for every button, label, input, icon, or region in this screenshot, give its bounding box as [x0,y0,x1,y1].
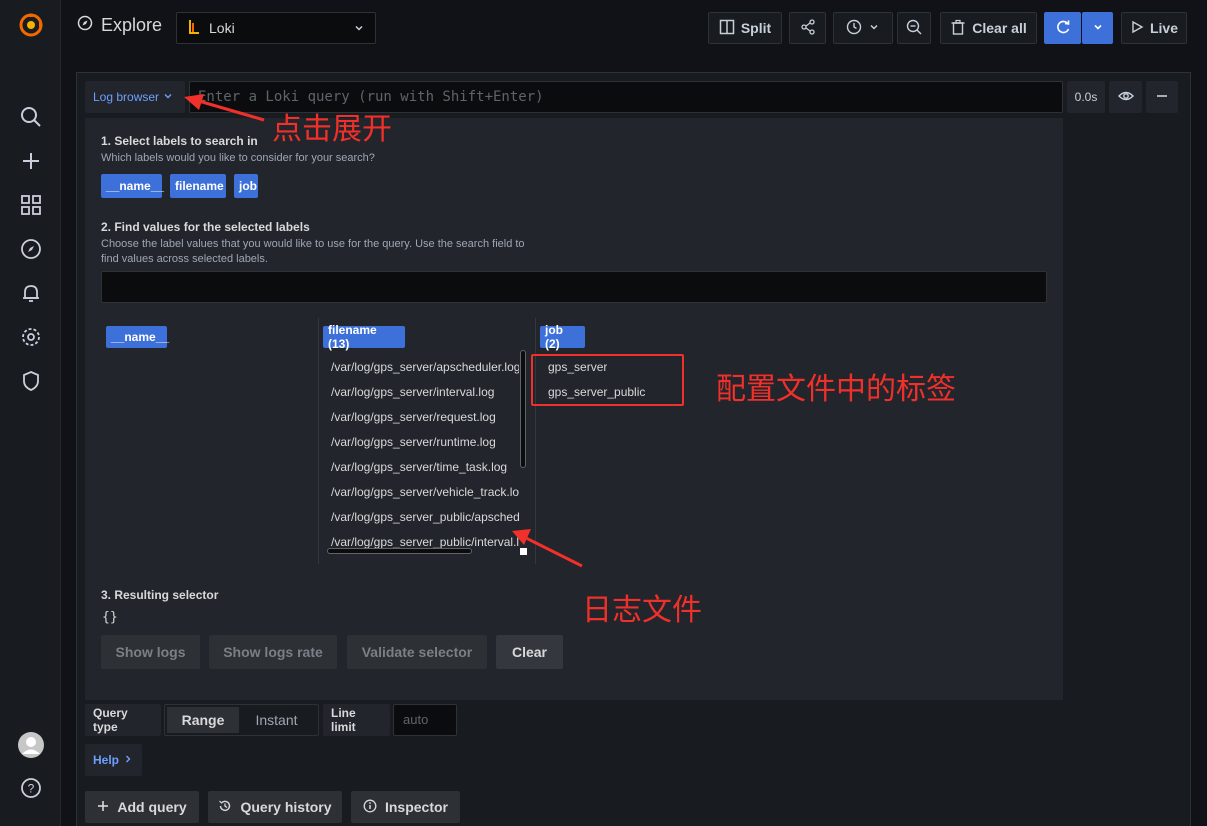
label-chip-job[interactable]: job [234,174,258,198]
trash-icon [950,19,966,38]
horizontal-scrollbar[interactable] [327,548,472,554]
log-browser-button[interactable]: Log browser [85,81,185,113]
annotation-labels-note: 配置文件中的标签 [716,372,956,407]
list-item[interactable]: /var/log/gps_server/time_task.log [331,460,519,474]
bell-icon[interactable] [18,280,44,306]
dashboards-icon[interactable] [18,192,44,218]
instant-option[interactable]: Instant [239,707,314,733]
values-column-name: __name__ [102,318,319,564]
column-header-job[interactable]: job (2) [540,323,585,351]
job-values-highlight-box [531,354,684,406]
list-item[interactable]: /var/log/gps_server/request.log [331,410,519,424]
list-item[interactable]: /var/log/gps_server/vehicle_track.log [331,485,519,499]
chevron-down-icon [868,20,880,36]
clear-all-button[interactable]: Clear all [940,12,1037,44]
zoom-out-icon [906,19,922,38]
avatar[interactable] [18,732,44,758]
live-button[interactable]: Live [1121,12,1187,44]
time-picker-button[interactable] [833,12,893,44]
help-button[interactable]: Help [85,744,142,776]
help-circle-icon[interactable]: ? [18,775,44,801]
loki-logo-icon [187,19,201,38]
run-query-button[interactable] [1044,12,1081,44]
query-duration: 0.0s [1067,81,1105,113]
range-option[interactable]: Range [167,707,239,733]
step2-title: 2. Find values for the selected labels [101,220,310,234]
gear-icon[interactable] [18,324,44,350]
list-item[interactable]: /var/log/gps_server_public/apscheduler.l… [331,510,519,524]
svg-text:?: ? [28,782,35,796]
grafana-logo-icon[interactable] [18,12,44,38]
log-browser-panel: 1. Select labels to search in Which labe… [85,118,1063,700]
minus-icon [1155,89,1169,106]
step3-title: 3. Resulting selector [101,588,219,602]
line-limit-input[interactable]: auto [393,704,457,736]
refresh-icon [1055,19,1071,38]
search-icon[interactable] [18,104,44,130]
chevron-down-icon [163,90,173,104]
top-bar: Explore Loki Split Clear all Live [61,0,1207,55]
step1-desc: Which labels would you like to consider … [101,152,375,164]
query-type-label: Query type [85,704,161,736]
remove-query-button[interactable] [1146,81,1178,113]
history-icon [218,799,232,816]
eye-icon [1117,88,1134,107]
play-icon [1130,20,1144,37]
datasource-picker[interactable]: Loki [176,12,376,44]
scroll-corner [520,548,527,555]
chevron-down-icon [1092,20,1104,36]
share-icon [800,18,816,38]
info-icon [363,799,377,816]
inspector-button[interactable]: Inspector [351,791,460,823]
label-chip-name[interactable]: __name__ [101,174,164,198]
page-title: Explore [77,15,162,36]
chevron-down-icon [353,21,365,37]
clock-icon [846,19,862,38]
page-title-text: Explore [101,15,163,35]
column-header-name[interactable]: __name__ [106,326,169,348]
split-button[interactable]: Split [708,12,782,44]
query-type-toggle: Range Instant [164,704,319,736]
share-button[interactable] [789,12,826,44]
add-query-button[interactable]: Add query [85,791,199,823]
chevron-right-icon [123,753,133,767]
step2-desc-line2: find values across selected labels. [101,253,268,265]
clear-button[interactable]: Clear [496,635,563,669]
annotation-logfiles-note: 日志文件 [582,593,702,628]
list-item[interactable]: /var/log/gps_server/runtime.log [331,435,519,449]
split-icon [719,19,735,38]
values-column-filename: filename (13) /var/log/gps_server/apsche… [319,318,536,564]
datasource-name: Loki [209,20,235,36]
resulting-selector: {} [102,610,118,625]
compass-icon [77,15,93,36]
annotation-expand: 点击展开 [272,112,392,147]
refresh-interval-dropdown[interactable] [1082,12,1113,44]
plus-icon [97,799,109,815]
validate-selector-button[interactable]: Validate selector [347,635,487,669]
show-logs-rate-button[interactable]: Show logs rate [209,635,337,669]
label-chip-filename[interactable]: filename [170,174,226,198]
plus-icon[interactable] [18,148,44,174]
list-item[interactable]: /var/log/gps_server_public/interval.log [331,535,519,549]
query-history-button[interactable]: Query history [208,791,342,823]
zoom-out-button[interactable] [897,12,931,44]
hide-query-button[interactable] [1109,81,1142,113]
vertical-scrollbar[interactable] [520,350,526,468]
list-item[interactable]: /var/log/gps_server/apscheduler.log [331,360,519,374]
show-logs-button[interactable]: Show logs [101,635,200,669]
label-values-search-input[interactable] [101,271,1047,303]
shield-icon[interactable] [18,368,44,394]
step2-desc-line1: Choose the label values that you would l… [101,238,525,250]
step1-title: 1. Select labels to search in [101,134,258,148]
column-header-filename[interactable]: filename (13) [323,323,405,351]
compass-icon[interactable] [18,236,44,262]
sidebar: ? [0,0,61,826]
line-limit-label: Line limit [323,704,390,736]
list-item[interactable]: /var/log/gps_server/interval.log [331,385,519,399]
